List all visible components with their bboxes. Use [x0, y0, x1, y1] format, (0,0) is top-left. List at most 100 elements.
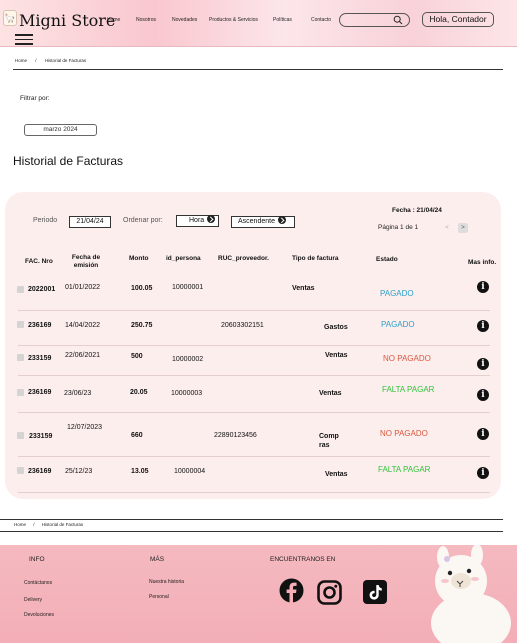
- info-icon[interactable]: i: [477, 467, 489, 479]
- info-icon[interactable]: i: [477, 281, 489, 293]
- filter-label: Filtrar por:: [20, 95, 50, 102]
- status-badge: PAGADO: [380, 289, 414, 298]
- breadcrumb-separator: /: [35, 58, 37, 63]
- cell-tipo: Comp ras: [319, 433, 339, 449]
- breadcrumb-current: Historial de Facturas: [41, 522, 84, 527]
- breadcrumb-home[interactable]: Home: [14, 522, 26, 527]
- row-checkbox[interactable]: [17, 467, 24, 474]
- direction-select[interactable]: Ascendente: [231, 216, 295, 228]
- facebook-icon[interactable]: [279, 578, 304, 603]
- prev-page-button[interactable]: <: [442, 223, 452, 233]
- order-value: Hora: [189, 217, 205, 224]
- menu-icon[interactable]: [15, 34, 33, 46]
- status-badge: PAGADO: [381, 320, 415, 329]
- cell-fac: 2022001: [28, 286, 56, 293]
- order-label: Ordenar por:: [123, 217, 163, 224]
- invoice-table-card: Periodo 21/04/24 Ordenar por: Hora Ascen…: [5, 192, 501, 499]
- status-badge: NO PAGADO: [380, 429, 428, 438]
- nav-politicas[interactable]: Políticas: [273, 17, 292, 23]
- nav-home[interactable]: Home: [107, 17, 120, 23]
- footer-link-delivery[interactable]: Delivery: [24, 597, 42, 603]
- search-icon[interactable]: [393, 15, 403, 25]
- site-header: 🦙 Migni Store Home Nosotros Novedades Pr…: [0, 0, 517, 47]
- row-checkbox[interactable]: [17, 354, 24, 361]
- status-badge: FALTA PAGAR: [378, 465, 431, 474]
- divider: [0, 519, 503, 520]
- account-button[interactable]: Hola, Contador: [422, 12, 494, 27]
- cell-monto: 100.05: [131, 285, 153, 292]
- llama-logo-icon[interactable]: 🦙: [3, 10, 17, 26]
- cell-monto: 500: [131, 353, 143, 360]
- col-header-fac: FAC. Nro: [25, 258, 53, 265]
- period-label: Periodo: [33, 217, 58, 224]
- footer-link-historia[interactable]: Nuestra historia: [149, 579, 184, 585]
- status-badge: NO PAGADO: [383, 354, 431, 363]
- row-checkbox[interactable]: [17, 389, 24, 396]
- cell-monto: 250.75: [131, 322, 153, 329]
- footer-link-devoluciones[interactable]: Devoluciones: [24, 612, 54, 618]
- cell-tipo: Gastos: [324, 324, 348, 331]
- cell-fecha: 25/12/23: [65, 468, 93, 475]
- cell-ruc: 22890123456: [214, 432, 257, 439]
- divider: [13, 69, 503, 70]
- footer-link-contacto[interactable]: Contáctanos: [24, 580, 52, 586]
- breadcrumb-home[interactable]: Home: [15, 58, 27, 63]
- llama-mascot-icon: [431, 545, 511, 643]
- cell-persona: 10000003: [171, 390, 203, 397]
- nav-productos[interactable]: Productos & Servicios: [209, 17, 258, 23]
- cell-fac: 236169: [28, 468, 52, 475]
- month-filter[interactable]: marzo 2024: [24, 124, 97, 136]
- cell-persona: 10000001: [172, 284, 204, 291]
- chevron-down-icon: [207, 215, 216, 224]
- row-checkbox[interactable]: [17, 321, 24, 328]
- cell-monto: 660: [131, 432, 143, 439]
- order-select[interactable]: Hora: [176, 215, 219, 227]
- instagram-icon[interactable]: [317, 580, 342, 605]
- row-checkbox[interactable]: [17, 286, 24, 293]
- nav-contacto[interactable]: Contacto: [311, 17, 331, 23]
- info-icon[interactable]: i: [477, 358, 489, 370]
- info-icon[interactable]: i: [477, 320, 489, 332]
- cell-fecha: 22/06/2021: [65, 352, 101, 359]
- footer-info-title: INFO: [29, 556, 45, 563]
- cell-tipo: Ventas: [325, 352, 348, 359]
- cell-fac: 236169: [28, 389, 52, 396]
- breadcrumb-bottom: Home / Historial de Facturas: [14, 522, 83, 527]
- cell-fecha: 14/04/2022: [65, 322, 101, 329]
- period-input[interactable]: 21/04/24: [69, 216, 111, 228]
- page-indicator: Página 1 de 1: [378, 224, 419, 231]
- tiktok-icon[interactable]: [363, 580, 387, 604]
- col-header-info: Mas info.: [468, 259, 497, 266]
- footer-mas-title: MÁS: [150, 556, 165, 563]
- cell-persona: 10000002: [172, 356, 204, 363]
- col-header-fecha: Fecha de emisión: [71, 254, 101, 269]
- breadcrumb-current: Historial de Facturas: [44, 58, 87, 63]
- row-divider: [18, 375, 490, 376]
- direction-value: Ascendente: [238, 218, 275, 225]
- row-divider: [18, 345, 490, 346]
- row-checkbox[interactable]: [17, 432, 24, 439]
- next-page-button[interactable]: >: [458, 223, 468, 233]
- col-header-ruc: RUC_proveedor.: [218, 255, 269, 262]
- footer-social-title: ENCUENTRANOS EN: [270, 556, 336, 563]
- cell-monto: 20.05: [130, 389, 148, 396]
- info-icon[interactable]: i: [477, 389, 489, 401]
- status-badge: FALTA PAGAR: [382, 385, 435, 394]
- brand-name[interactable]: Migni Store: [19, 11, 115, 30]
- col-header-estado: Estado: [376, 256, 398, 263]
- cell-fecha: 01/01/2022: [65, 284, 101, 291]
- cell-fecha: 23/06/23: [64, 390, 92, 397]
- search-input[interactable]: [339, 13, 410, 27]
- footer-link-personal[interactable]: Personal: [149, 594, 169, 600]
- cell-tipo: Ventas: [292, 285, 315, 292]
- row-divider: [18, 492, 490, 493]
- nav-novedades[interactable]: Novedades: [172, 17, 197, 23]
- breadcrumb: Home / Historial de Facturas: [15, 58, 86, 63]
- page-title: Historial de Facturas: [13, 154, 124, 168]
- cell-monto: 13.05: [131, 468, 149, 475]
- info-icon[interactable]: i: [477, 428, 489, 440]
- cell-fac: 236169: [28, 322, 52, 329]
- cell-tipo: Ventas: [319, 390, 342, 397]
- nav-nosotros[interactable]: Nosotros: [136, 17, 156, 23]
- chevron-down-icon: [277, 216, 286, 225]
